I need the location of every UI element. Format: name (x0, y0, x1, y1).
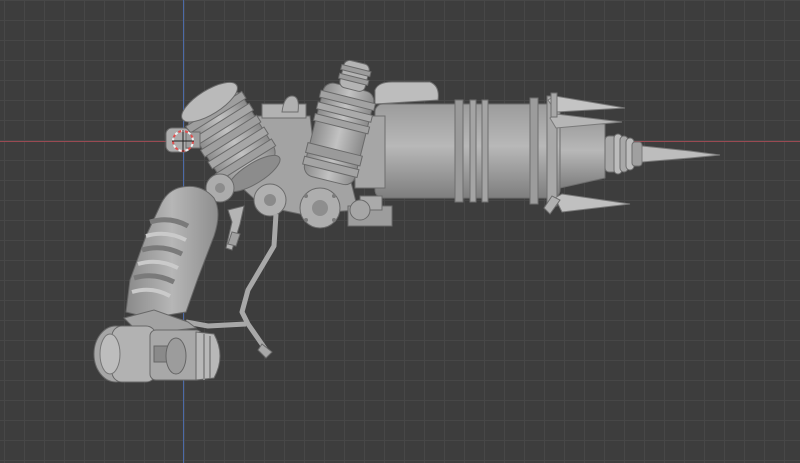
trigger[interactable] (225, 205, 245, 251)
pistol-grip[interactable] (125, 185, 219, 319)
model-viewport-canvas[interactable] (0, 0, 800, 463)
3d-viewport[interactable] (0, 0, 800, 463)
3d-cursor-icon[interactable] (172, 130, 194, 152)
power-cell[interactable] (93, 309, 221, 383)
muzzle-emitter[interactable] (604, 133, 721, 175)
trigger-guard-tip (257, 343, 273, 359)
top-fin (374, 81, 439, 105)
barrel[interactable] (354, 95, 606, 207)
